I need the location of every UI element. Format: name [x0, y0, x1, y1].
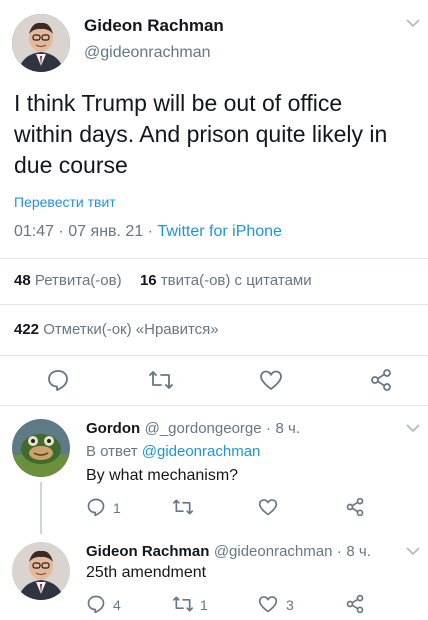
likes-count: 422: [14, 321, 40, 338]
divider: [0, 405, 428, 406]
reply-count: 4: [113, 597, 121, 613]
tweet-time: 01:47: [14, 223, 55, 240]
tweet-date: 07 янв. 21: [68, 223, 144, 240]
likes-label: Отметки(-ок) «Нравится»: [43, 321, 219, 338]
tweet-text: I think Trump will be out of office with…: [14, 88, 418, 181]
share-icon[interactable]: [345, 497, 365, 517]
chevron-down-icon[interactable]: [406, 18, 420, 28]
like-count: 3: [286, 597, 294, 613]
divider: [0, 304, 428, 305]
divider: [0, 355, 428, 356]
reply-to-line: В ответ @gideonrachman: [86, 443, 260, 460]
retweet-stats[interactable]: 48 Ретвита(-ов) 16 твита(-ов) с цитатами: [14, 272, 312, 289]
reply-header: Gordon @_gordongeorge · 8 ч.: [86, 420, 300, 438]
reply-author-handle[interactable]: @gideonrachman: [214, 543, 333, 560]
share-icon[interactable]: [369, 368, 393, 392]
tweet-text-line: within days. And prison quite likely in: [14, 121, 388, 147]
reply-icon[interactable]: [46, 368, 70, 392]
reply-avatar[interactable]: [12, 542, 70, 600]
reply-author-name[interactable]: Gideon Rachman: [86, 543, 209, 560]
reply-header: Gideon Rachman @gideonrachman · 8 ч.: [86, 543, 371, 561]
author-avatar[interactable]: [12, 14, 70, 72]
tweet-source[interactable]: Twitter for iPhone: [157, 223, 282, 240]
retweet-count: 1: [200, 597, 208, 613]
like-icon[interactable]: [258, 594, 278, 614]
reply-count: 1: [113, 500, 121, 516]
tweet-meta: 01:47 · 07 янв. 21 · Twitter for iPhone: [14, 223, 282, 241]
reply-time: 8 ч.: [275, 420, 301, 437]
chevron-down-icon[interactable]: [406, 546, 420, 556]
retweet-icon[interactable]: [172, 497, 194, 517]
chevron-down-icon[interactable]: [406, 423, 420, 433]
like-icon[interactable]: [258, 497, 278, 517]
meta-separator: ·: [58, 223, 69, 240]
reply-time: 8 ч.: [346, 543, 371, 560]
quotes-label: твита(-ов) с цитатами: [160, 272, 312, 289]
reply-icon[interactable]: [86, 497, 106, 517]
reply-author-handle[interactable]: @_gordongeorge: [145, 420, 262, 437]
reply-text: 25th amendment: [86, 564, 207, 581]
reply-to-prefix: В ответ: [86, 443, 138, 460]
reply-author-name[interactable]: Gordon: [86, 420, 140, 437]
reply-icon[interactable]: [86, 594, 106, 614]
like-icon[interactable]: [259, 368, 283, 392]
retweet-icon[interactable]: [148, 368, 174, 392]
retweets-label: Ретвита(-ов): [34, 272, 122, 289]
quotes-count: 16: [139, 272, 157, 289]
meta-separator: ·: [147, 223, 158, 240]
retweet-icon[interactable]: [172, 594, 194, 614]
tweet-text-line: due course: [14, 152, 128, 178]
retweets-count: 48: [14, 272, 31, 289]
reply-to-handle[interactable]: @gideonrachman: [142, 443, 261, 460]
meta-separator: ·: [266, 420, 272, 437]
author-name[interactable]: Gideon Rachman: [84, 16, 224, 36]
likes-stats[interactable]: 422 Отметки(-ок) «Нравится»: [14, 321, 219, 338]
share-icon[interactable]: [345, 594, 365, 614]
reply-text: By what mechanism?: [86, 467, 239, 484]
reply-avatar[interactable]: [12, 419, 70, 477]
thread-line: [40, 482, 42, 534]
author-handle[interactable]: @gideonrachman: [84, 44, 211, 62]
translate-tweet-link[interactable]: Перевести твит: [14, 194, 116, 210]
meta-separator: ·: [336, 543, 342, 560]
tweet-text-line: I think Trump will be out of office: [14, 90, 343, 116]
divider: [0, 258, 428, 259]
